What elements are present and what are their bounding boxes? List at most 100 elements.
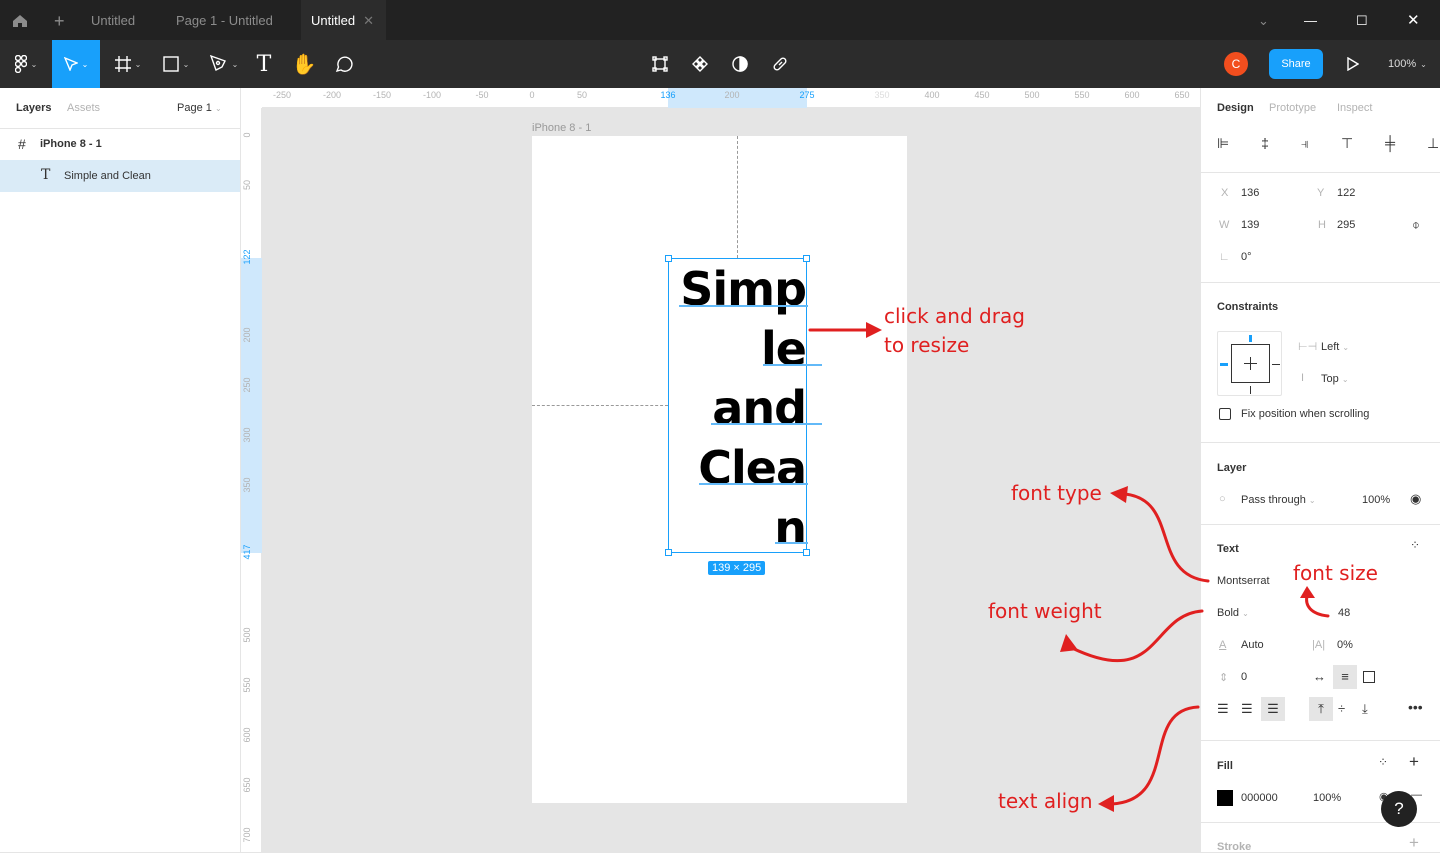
tab-layers[interactable]: Layers: [16, 102, 51, 114]
link-icon[interactable]: [770, 40, 790, 88]
text-line: Clea: [698, 441, 807, 495]
ruler-tick-label: 417: [242, 544, 252, 560]
zoom-dropdown[interactable]: 100% ⌄: [1388, 40, 1427, 88]
auto-height-icon[interactable]: ≡: [1333, 665, 1357, 689]
text-styles-icon[interactable]: ⁘: [1410, 538, 1420, 552]
pen-tool-button[interactable]: ⌄: [204, 40, 244, 88]
line-height-input[interactable]: Auto: [1241, 639, 1264, 651]
fill-hex-input[interactable]: 000000: [1241, 792, 1278, 804]
fill-styles-icon[interactable]: ⁘: [1378, 755, 1388, 769]
paragraph-spacing-input[interactable]: 0: [1241, 671, 1247, 683]
resize-handle-bl[interactable]: [665, 549, 672, 556]
chevron-down-icon[interactable]: ⌄: [1258, 0, 1269, 40]
layer-item-text[interactable]: T Simple and Clean: [0, 160, 240, 192]
h-input[interactable]: 295: [1337, 219, 1355, 231]
tab-design[interactable]: Design: [1217, 102, 1254, 114]
blend-mode-dropdown[interactable]: Pass through ⌄: [1241, 494, 1316, 506]
align-bottom-icon[interactable]: ⤓: [1362, 701, 1368, 717]
font-family-dropdown[interactable]: Montserrat: [1217, 575, 1270, 587]
baseline: [699, 483, 808, 485]
constraint-widget[interactable]: [1217, 331, 1282, 396]
baseline: [711, 423, 822, 425]
ruler-tick-label: 200: [724, 90, 740, 100]
resize-handle-br[interactable]: [803, 549, 810, 556]
font-weight-dropdown[interactable]: Bold ⌄: [1217, 607, 1249, 619]
tab-page-1-untitled[interactable]: Page 1 - Untitled: [176, 0, 273, 40]
align-left-icon[interactable]: ☰: [1217, 701, 1229, 717]
layer-item-frame[interactable]: # iPhone 8 - 1: [0, 128, 240, 160]
section-title: Fill: [1217, 760, 1233, 772]
figma-menu-button[interactable]: ⌄: [6, 40, 46, 88]
align-toolbar[interactable]: ⊫ ‡ ⫣ ⊤ ╪ ⊥ ⫼: [1217, 135, 1440, 152]
rotation-input[interactable]: 0°: [1241, 251, 1252, 263]
comment-tool-button[interactable]: [332, 40, 356, 88]
horizontal-constraint-dropdown[interactable]: Left ⌄: [1321, 341, 1349, 353]
share-button[interactable]: Share: [1269, 49, 1323, 79]
tab-inspect[interactable]: Inspect: [1337, 102, 1372, 114]
align-right-icon[interactable]: ☰: [1261, 697, 1285, 721]
auto-width-icon[interactable]: ↔: [1313, 669, 1326, 684]
x-input[interactable]: 136: [1241, 187, 1259, 199]
rectangle-tool-button[interactable]: ⌄: [156, 40, 196, 88]
w-input[interactable]: 139: [1241, 219, 1259, 231]
avatar[interactable]: C: [1224, 40, 1248, 88]
resize-handle-tl[interactable]: [665, 255, 672, 262]
tab-assets[interactable]: Assets: [67, 102, 100, 114]
plus-icon[interactable]: +: [54, 0, 65, 40]
baseline: [679, 305, 808, 307]
fill-color-swatch[interactable]: [1217, 790, 1233, 806]
align-center-icon[interactable]: ☰: [1241, 701, 1253, 717]
baseline: [775, 542, 808, 544]
fix-position-checkbox[interactable]: [1219, 408, 1231, 420]
text-tool-icon[interactable]: T: [252, 40, 276, 88]
more-options-icon[interactable]: •••: [1408, 699, 1423, 715]
frame-tool-button[interactable]: ⌄: [108, 40, 148, 88]
add-stroke-icon[interactable]: +: [1409, 833, 1419, 853]
ruler-tick-label: 350: [242, 477, 252, 493]
font-size-input[interactable]: 48: [1338, 607, 1350, 619]
pen-icon: [209, 55, 226, 71]
align-top-icon[interactable]: ⤒: [1309, 697, 1333, 721]
mask-icon[interactable]: [730, 40, 750, 88]
fixed-size-icon[interactable]: [1363, 671, 1375, 683]
frame-icon: [114, 56, 131, 72]
minimize-icon[interactable]: —: [1304, 0, 1317, 40]
tab-label: Untitled: [311, 13, 356, 28]
letter-spacing-input[interactable]: 0%: [1337, 639, 1353, 651]
text-line: le: [761, 322, 807, 376]
add-fill-icon[interactable]: +: [1409, 752, 1419, 772]
ruler-corner: [241, 88, 262, 108]
constrain-proportions-icon[interactable]: ⌽: [1412, 217, 1420, 233]
page-selector[interactable]: Page 1 ⌄: [177, 102, 222, 114]
horizontal-ruler: -250 -200 -150 -100 -50 0 50 136 200 275 350 400 450…: [262, 88, 1200, 108]
annotation-font-type: font type: [1011, 481, 1102, 505]
tab-untitled[interactable]: Untitled: [91, 0, 135, 40]
close-window-icon[interactable]: ✕: [1407, 0, 1420, 40]
iphone-frame[interactable]: Simp le and Clea n 139 × 295: [532, 136, 907, 803]
annotation-resize: click and drag to resize: [884, 302, 1025, 360]
layer-opacity-input[interactable]: 100%: [1362, 494, 1390, 506]
maximize-icon[interactable]: ☐: [1356, 0, 1368, 40]
home-icon[interactable]: [12, 0, 32, 40]
help-button[interactable]: ?: [1381, 791, 1417, 827]
annotation-line: to resize: [884, 333, 970, 357]
close-icon[interactable]: ✕: [363, 13, 374, 28]
present-play-icon[interactable]: [1344, 40, 1362, 88]
create-component-icon[interactable]: [690, 40, 710, 88]
component-frame-icon[interactable]: [650, 40, 670, 88]
cursor-icon: [63, 57, 78, 71]
w-label: W: [1219, 219, 1230, 231]
text-layer-selection[interactable]: Simp le and Clea n 139 × 295: [665, 255, 822, 575]
section-title: Layer: [1217, 462, 1247, 474]
vertical-constraint-dropdown[interactable]: Top ⌄: [1321, 373, 1349, 385]
resize-handle-tr[interactable]: [803, 255, 810, 262]
hand-tool-icon[interactable]: ✋: [290, 40, 318, 88]
tab-prototype[interactable]: Prototype: [1269, 102, 1316, 114]
y-input[interactable]: 122: [1337, 187, 1355, 199]
move-tool-button[interactable]: ⌄: [52, 40, 100, 88]
fill-opacity-input[interactable]: 100%: [1313, 792, 1341, 804]
frame-label[interactable]: iPhone 8 - 1: [532, 122, 591, 134]
align-middle-icon[interactable]: ÷: [1338, 701, 1345, 716]
eye-icon[interactable]: ◉: [1410, 491, 1421, 507]
tab-untitled-active[interactable]: Untitled ✕: [301, 0, 386, 40]
